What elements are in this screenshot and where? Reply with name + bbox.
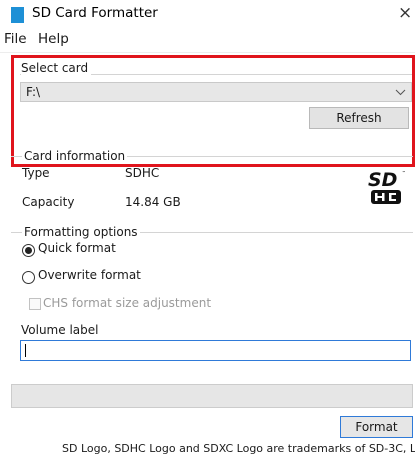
quick-format-radio[interactable] <box>22 244 35 257</box>
quick-format-label[interactable]: Quick format <box>38 241 116 255</box>
svg-text:™: ™ <box>402 170 406 175</box>
type-label: Type <box>22 166 50 180</box>
overwrite-format-label[interactable]: Overwrite format <box>38 268 141 282</box>
format-progress-bar <box>11 384 413 408</box>
svg-text:SD: SD <box>368 169 397 191</box>
close-icon[interactable]: × <box>398 3 412 23</box>
formatting-options-caption: Formatting options <box>22 225 140 239</box>
trademark-notice: SD Logo, SDHC Logo and SDXC Logo are tra… <box>62 442 415 455</box>
menu-divider <box>0 52 415 53</box>
format-button[interactable]: Format <box>340 416 413 438</box>
menu-help[interactable]: Help <box>38 31 69 47</box>
menu-file[interactable]: File <box>4 31 27 47</box>
volume-label-caption: Volume label <box>21 323 99 337</box>
overwrite-format-radio[interactable] <box>22 271 35 284</box>
capacity-label: Capacity <box>22 195 75 209</box>
card-info-caption: Card information <box>22 149 128 163</box>
chs-adjustment-checkbox[interactable] <box>29 298 41 310</box>
window-title: SD Card Formatter <box>32 5 158 21</box>
text-caret <box>25 344 26 357</box>
chs-adjustment-label: CHS format size adjustment <box>43 296 212 310</box>
volume-label-input[interactable] <box>20 340 411 361</box>
capacity-value: 14.84 GB <box>125 195 181 209</box>
sd-card-app-icon <box>11 7 24 23</box>
type-value: SDHC <box>125 166 160 180</box>
sdhc-logo-icon: SD ™ <box>368 169 406 204</box>
